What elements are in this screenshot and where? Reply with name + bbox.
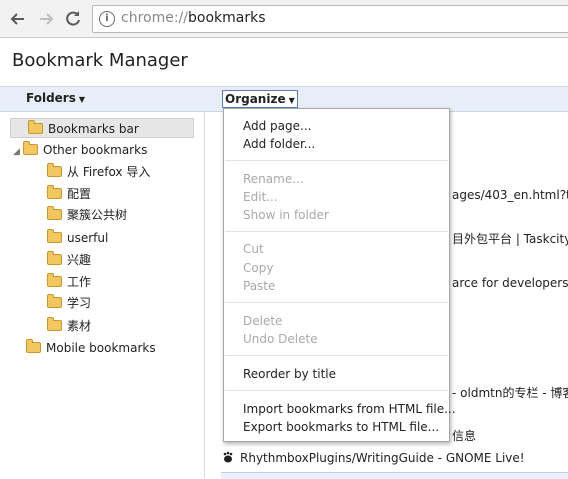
menu-separator: [225, 355, 448, 356]
menu-item-copy[interactable]: Copy: [243, 259, 273, 277]
browser-toolbar: i chrome://bookmarks: [0, 0, 568, 38]
organize-menu: Add page... Add folder... Rename... Edit…: [223, 108, 456, 442]
tree-item-mobile-bookmarks[interactable]: Mobile bookmarks: [26, 338, 156, 358]
menu-separator: [225, 160, 448, 161]
folder-icon: [23, 141, 38, 155]
expand-triangle-icon[interactable]: ◢: [13, 142, 23, 162]
folders-menu-button[interactable]: Folders ▼: [26, 91, 85, 105]
arrow-left-icon: [10, 13, 24, 25]
menu-item-cut[interactable]: Cut: [243, 240, 264, 258]
tree-item-config[interactable]: 配置: [47, 184, 91, 204]
menu-separator: [225, 302, 448, 303]
list-item[interactable]: 信息: [452, 425, 476, 447]
arrow-right-icon: [40, 13, 54, 25]
address-bar[interactable]: i chrome://bookmarks: [92, 5, 568, 33]
list-item[interactable]: arce for developers and: [452, 272, 568, 294]
tree-item-work[interactable]: 工作: [47, 272, 91, 292]
folder-icon: [47, 273, 62, 287]
tree-item-other-bookmarks[interactable]: ◢ Other bookmarks: [13, 140, 147, 160]
back-button[interactable]: [8, 9, 28, 29]
menu-item-reorder-by-title[interactable]: Reorder by title: [243, 365, 336, 383]
info-icon[interactable]: i: [99, 11, 115, 27]
list-item[interactable]: 目外包平台 | Taskcity.c: [452, 228, 568, 250]
menu-item-export-bookmarks[interactable]: Export bookmarks to HTML file...: [243, 418, 439, 436]
menu-item-paste[interactable]: Paste: [243, 277, 275, 295]
list-item[interactable]: ages/403_en.html?t=1: [452, 184, 568, 206]
folder-icon: [47, 229, 62, 243]
list-item[interactable]: - oldmtn的专栏 - 博客: [452, 382, 568, 404]
tree-item-firefox-import[interactable]: 从 Firefox 导入: [47, 162, 150, 182]
menu-item-add-page[interactable]: Add page...: [243, 117, 311, 135]
folder-icon: [47, 317, 62, 331]
folder-tree: Bookmarks bar ◢ Other bookmarks 从 Firefox…: [0, 112, 205, 478]
tree-item-bookmarks-bar[interactable]: Bookmarks bar: [10, 118, 194, 138]
folder-icon: [47, 206, 62, 220]
folder-icon: [47, 185, 62, 199]
reload-button[interactable]: [63, 9, 83, 29]
dropdown-arrow-icon: ▼: [78, 95, 86, 104]
menu-separator: [225, 390, 448, 391]
address-url: chrome://bookmarks: [121, 10, 266, 26]
menu-item-delete[interactable]: Delete: [243, 312, 282, 330]
forward-button[interactable]: [36, 9, 56, 29]
menu-item-undo-delete[interactable]: Undo Delete: [243, 330, 318, 348]
organize-menu-button[interactable]: Organize ▼: [222, 90, 298, 108]
menu-item-add-folder[interactable]: Add folder...: [243, 135, 315, 153]
menu-item-show-in-folder[interactable]: Show in folder: [243, 206, 329, 224]
tree-item-study[interactable]: 学习: [47, 293, 91, 313]
menu-item-edit[interactable]: Edit...: [243, 188, 278, 206]
menu-item-import-bookmarks[interactable]: Import bookmarks from HTML file...: [243, 400, 456, 418]
tree-item-userful[interactable]: userful: [47, 228, 108, 248]
folder-icon: [28, 120, 43, 134]
dropdown-arrow-icon: ▼: [288, 96, 295, 105]
folder-icon: [47, 251, 62, 265]
folder-icon: [47, 163, 62, 177]
tree-item-cluster-tree[interactable]: 聚簇公共树: [47, 205, 127, 225]
list-item-title: RhythmboxPlugins/WritingGuide - GNOME Li…: [240, 451, 525, 465]
menu-separator: [225, 231, 448, 232]
list-item[interactable]: RhythmboxPlugins/WritingGuide - GNOME Li…: [222, 447, 525, 469]
reload-icon: [66, 11, 80, 26]
folder-icon: [47, 294, 62, 308]
menu-item-rename[interactable]: Rename...: [243, 170, 304, 188]
folder-icon: [26, 339, 41, 353]
page-header: Bookmark Manager: [0, 38, 568, 86]
page-title: Bookmark Manager: [12, 50, 188, 71]
gnome-foot-icon: [223, 451, 233, 463]
tree-item-material[interactable]: 素材: [47, 316, 91, 336]
tree-item-interest[interactable]: 兴趣: [47, 250, 91, 270]
